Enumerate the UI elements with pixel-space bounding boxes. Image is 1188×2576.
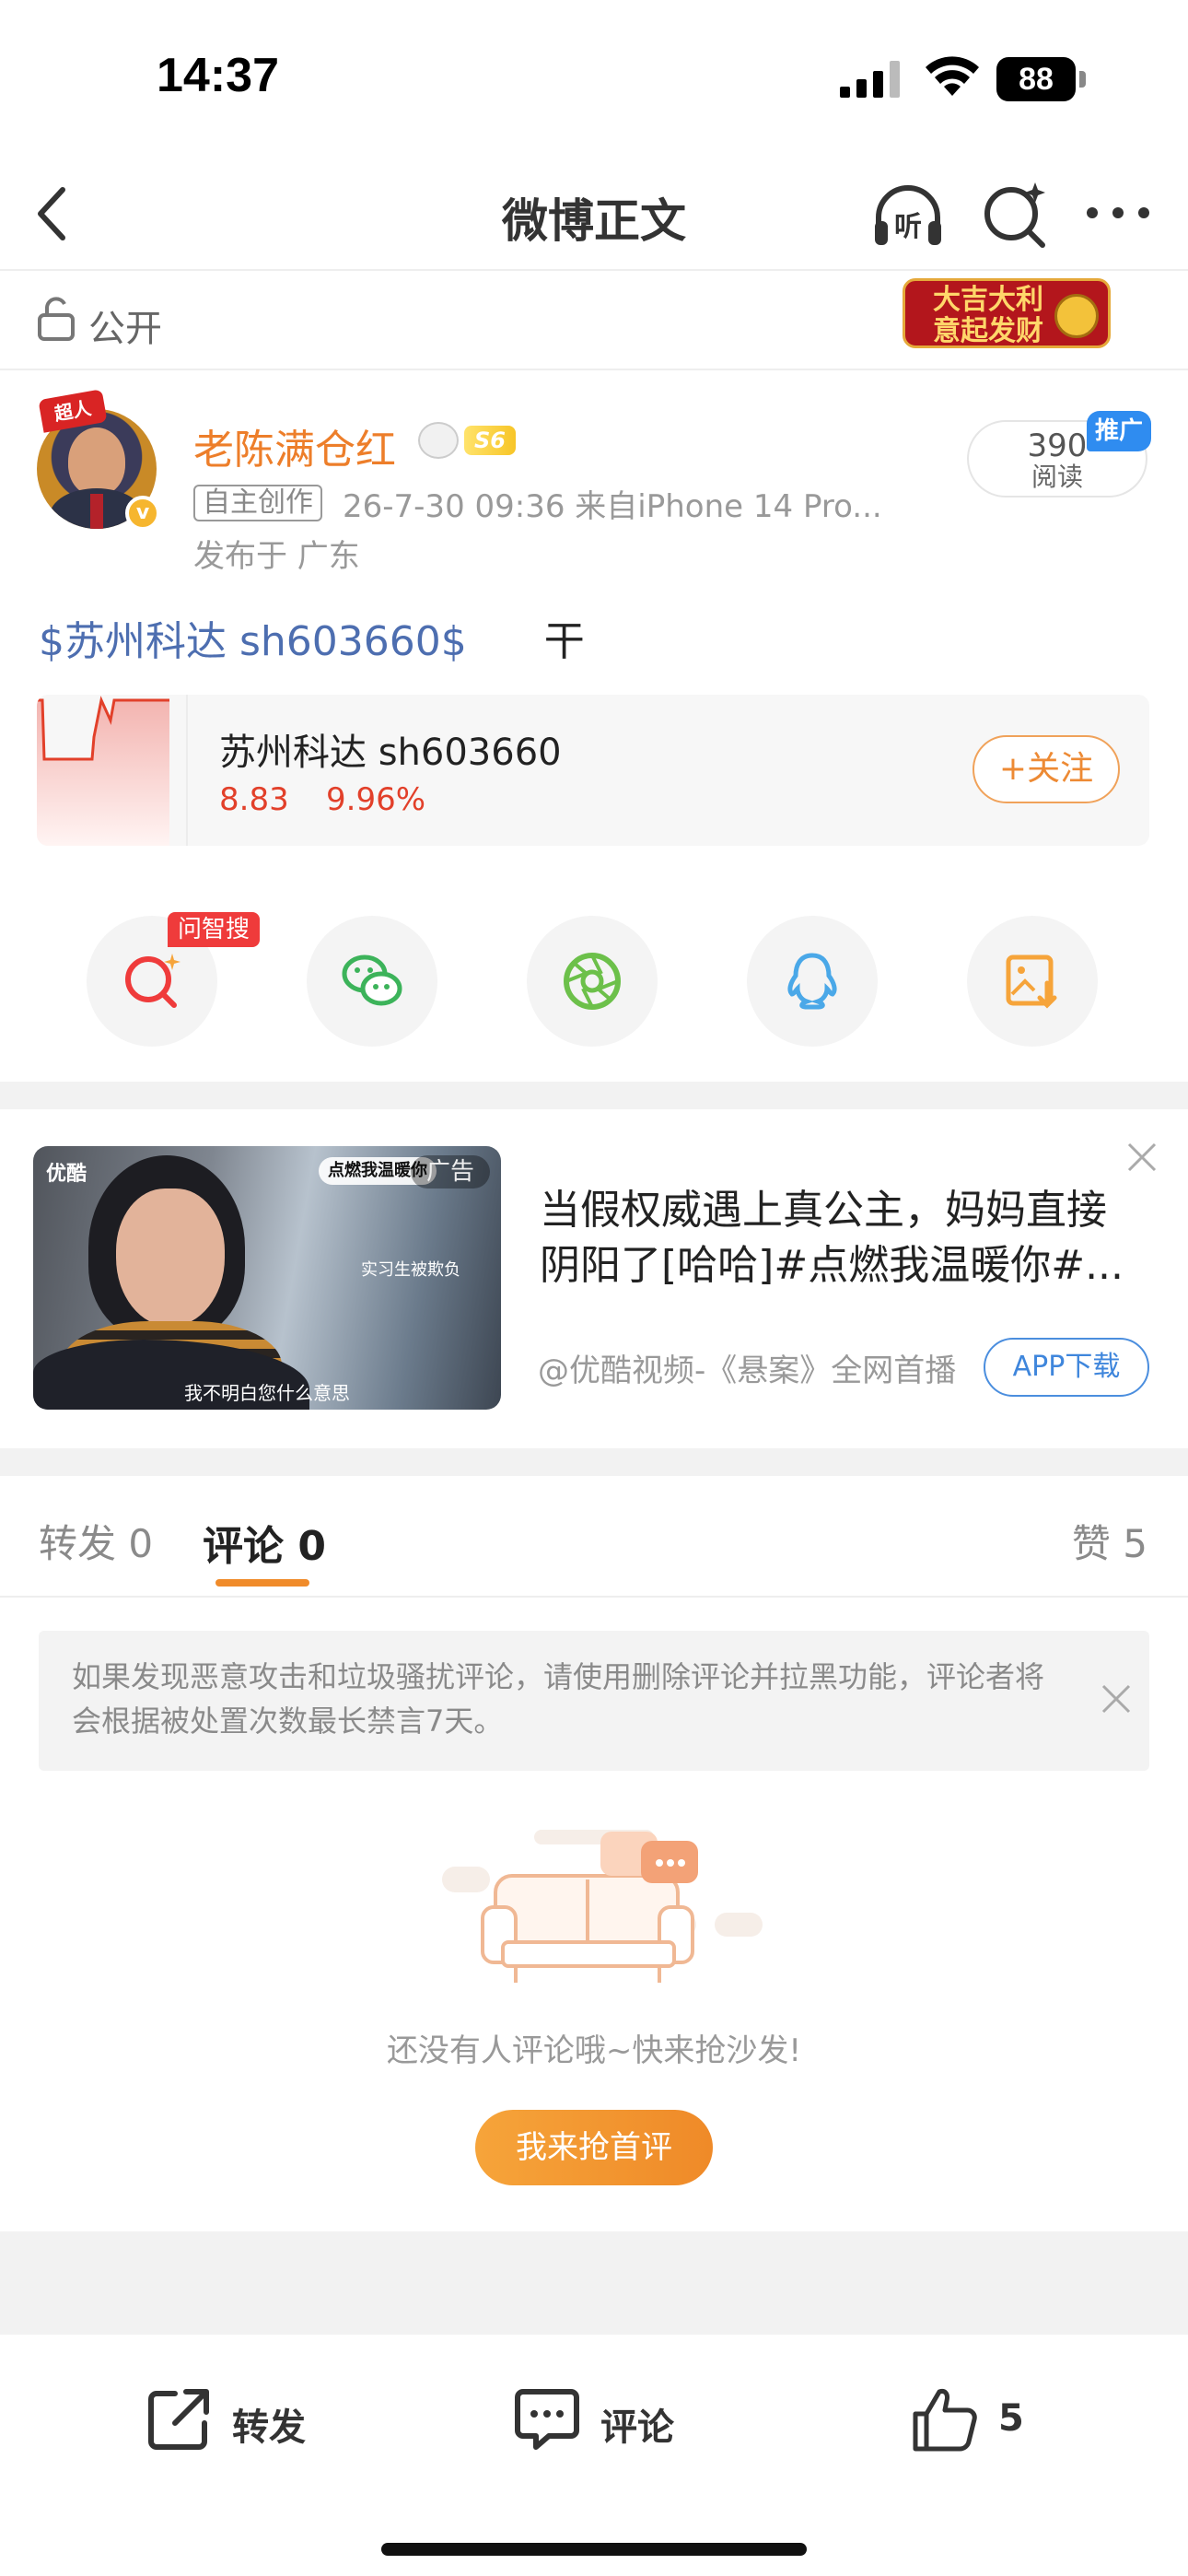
first-comment-button[interactable]: 我来抢首评 bbox=[475, 2110, 713, 2185]
ai-search-icon[interactable] bbox=[982, 179, 1050, 249]
app-download-button[interactable]: APP下载 bbox=[984, 1338, 1149, 1397]
section-divider bbox=[0, 1082, 1188, 1109]
close-icon[interactable] bbox=[1124, 1139, 1160, 1176]
share-wechat-button[interactable] bbox=[307, 916, 437, 1047]
stock-change: 9.96% bbox=[326, 781, 426, 818]
comment-button[interactable]: 评论 bbox=[512, 2384, 678, 2454]
empty-sofa-illustration bbox=[442, 1830, 763, 1983]
share-qq-button[interactable] bbox=[747, 916, 878, 1047]
tab-comment[interactable]: 评论 0 bbox=[203, 1513, 326, 1572]
coin-icon bbox=[1054, 294, 1099, 338]
visibility-row: 公开 大吉大利 意起发财 bbox=[0, 271, 1188, 370]
ad-source[interactable]: @优酷视频-《悬案》全网首播 bbox=[538, 1345, 956, 1390]
read-count-label: 阅读 bbox=[1031, 462, 1083, 492]
follow-stock-button[interactable]: +关注 bbox=[973, 735, 1120, 803]
tab-repost[interactable]: 转发 0 bbox=[39, 1513, 153, 1569]
ad-title[interactable]: 当假权威遇上真公主，妈妈直接阴阳了[哈哈]#点燃我温暖你#... bbox=[540, 1183, 1144, 1294]
bottom-action-bar: 转发 评论 5 bbox=[0, 2335, 1188, 2576]
post-body: $苏州科达 sh603660$ 干 bbox=[39, 608, 585, 667]
battery-tip bbox=[1079, 71, 1086, 88]
listen-headphones-icon[interactable]: 听 bbox=[869, 177, 947, 254]
interaction-tabs: 转发 0 评论 0 赞 5 bbox=[0, 1476, 1188, 1598]
post-text: 干 bbox=[543, 618, 585, 665]
post-location: 发布于 广东 bbox=[193, 538, 360, 575]
home-indicator[interactable] bbox=[381, 2543, 807, 2556]
like-count: 5 bbox=[998, 2397, 1024, 2440]
ad-logo: 优酷 bbox=[46, 1163, 87, 1186]
stock-name: 苏州科达 sh603660 bbox=[219, 732, 562, 774]
status-bar: 14:37 88 bbox=[0, 0, 1188, 157]
battery-icon: 88 bbox=[996, 57, 1087, 101]
like-button[interactable]: 5 bbox=[910, 2384, 1039, 2454]
bottom-spacer bbox=[0, 2231, 1188, 2335]
more-dots-icon[interactable] bbox=[1081, 190, 1155, 236]
author-name[interactable]: 老陈满仓红 bbox=[193, 416, 396, 475]
stock-card-divider bbox=[186, 695, 188, 846]
moments-icon bbox=[564, 953, 621, 1010]
level-badge[interactable]: S6 bbox=[418, 420, 519, 461]
visibility-label: 公开 bbox=[88, 308, 162, 350]
repost-icon bbox=[148, 2389, 209, 2450]
battery-level: 88 bbox=[996, 57, 1076, 101]
ad-label: 广告 bbox=[411, 1155, 490, 1188]
repost-label: 转发 bbox=[232, 2406, 306, 2449]
stock-topic-link[interactable]: $苏州科达 sh603660$ bbox=[39, 618, 467, 665]
tab-like[interactable]: 赞 5 bbox=[1072, 1513, 1147, 1569]
ai-search-icon bbox=[125, 954, 181, 1008]
avatar-tie bbox=[90, 494, 103, 529]
status-time: 14:37 bbox=[157, 49, 279, 102]
avatar-face bbox=[68, 427, 125, 496]
thumbs-up-icon bbox=[913, 2389, 977, 2452]
level-text: S6 bbox=[464, 426, 516, 455]
ad-side-caption: 实习生被欺负 bbox=[361, 1260, 460, 1280]
comment-label: 评论 bbox=[600, 2406, 674, 2449]
ad-subtitle: 我不明白您什么意思 bbox=[184, 1382, 350, 1404]
stock-price: 8.83 bbox=[219, 781, 289, 818]
active-tab-indicator bbox=[215, 1579, 309, 1587]
share-moments-button[interactable] bbox=[527, 916, 658, 1047]
repost-button[interactable]: 转发 bbox=[144, 2384, 309, 2454]
wifi-icon bbox=[926, 56, 979, 96]
close-icon[interactable] bbox=[1098, 1680, 1135, 1717]
empty-comments-text: 还没有人评论哦~快来抢沙发! bbox=[386, 2032, 802, 2069]
ad-person-face bbox=[116, 1188, 225, 1327]
post-meta: 26-7-30 09:36 来自iPhone 14 Pro... bbox=[343, 488, 882, 525]
comment-notice: 如果发现恶意攻击和垃圾骚扰评论，请使用删除评论并拉黑功能，评论者将会根据被处置次… bbox=[39, 1631, 1149, 1771]
promote-tag[interactable]: 推广 bbox=[1087, 411, 1151, 451]
original-creation-tag: 自主创作 bbox=[193, 485, 322, 521]
unlock-icon bbox=[38, 297, 75, 341]
ai-search-tag: 问智搜 bbox=[168, 912, 260, 947]
save-image-button[interactable] bbox=[967, 916, 1098, 1047]
stock-card[interactable]: 苏州科达 sh603660 8.83 9.96% +关注 bbox=[37, 695, 1149, 846]
decoration-badge[interactable]: 大吉大利 意起发财 bbox=[903, 278, 1111, 348]
rabbit-icon bbox=[418, 422, 459, 459]
cellular-signal-icon bbox=[840, 61, 900, 98]
section-divider bbox=[0, 1448, 1188, 1476]
notice-text: 如果发现恶意攻击和垃圾骚扰评论，请使用删除评论并拉黑功能，评论者将会根据被处置次… bbox=[72, 1659, 1045, 1739]
stock-mini-chart bbox=[37, 696, 169, 846]
nav-bar: 微博正文 听 bbox=[0, 157, 1188, 271]
ad-thumbnail[interactable]: 优酷 点燃我温暖你 广告 实习生被欺负 我不明白您什么意思 bbox=[33, 1146, 501, 1410]
save-image-icon bbox=[1006, 954, 1057, 1009]
qq-icon bbox=[787, 953, 837, 1010]
svg-text:听: 听 bbox=[894, 211, 922, 243]
avatar[interactable]: 超人 v bbox=[37, 389, 160, 531]
verified-badge: v bbox=[125, 496, 160, 531]
comment-icon bbox=[515, 2389, 579, 2450]
wechat-icon bbox=[342, 954, 402, 1006]
